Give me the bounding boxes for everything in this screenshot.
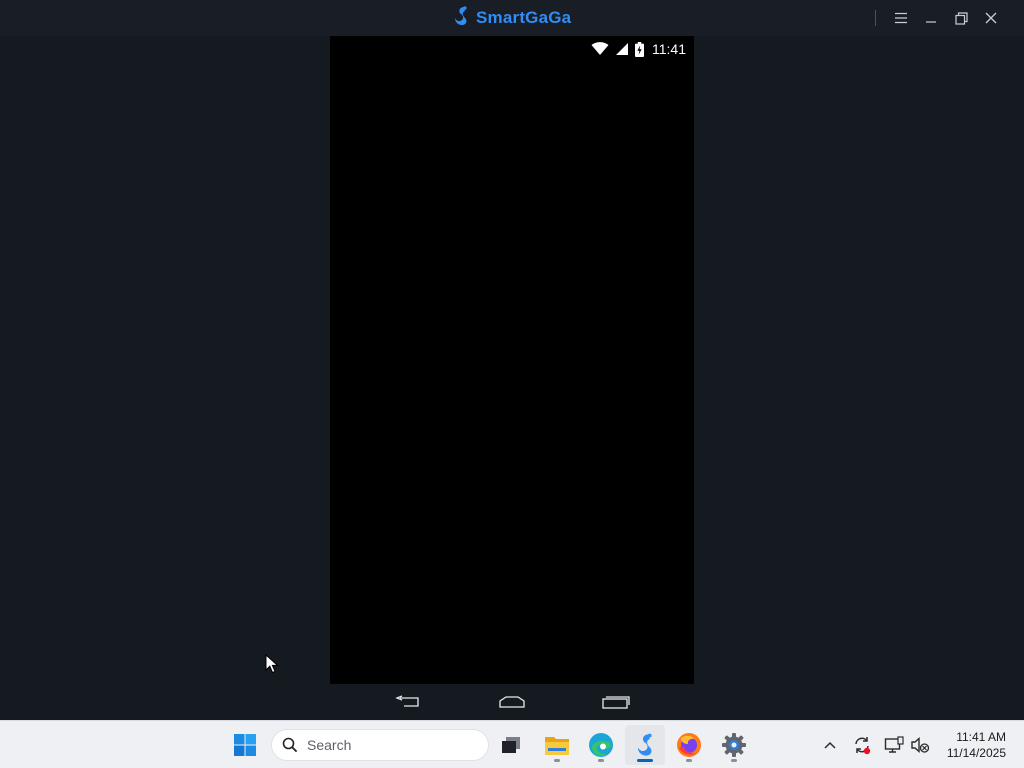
recents-icon (602, 696, 630, 709)
settings-icon (722, 733, 746, 757)
recents-button[interactable] (598, 692, 634, 712)
windows-taskbar: Search 11:41 AM 11/14/2025 (0, 720, 1024, 768)
task-view-button[interactable] (491, 725, 531, 765)
close-icon (985, 12, 997, 24)
taskbar-clock[interactable]: 11:41 AM 11/14/2025 (947, 729, 1006, 761)
running-indicator (686, 759, 692, 762)
status-bar-time: 11:41 (652, 41, 686, 57)
sync-status-button[interactable] (850, 733, 874, 757)
edge-button[interactable] (581, 725, 621, 765)
clock-date: 11/14/2025 (946, 746, 1006, 760)
restore-icon (954, 11, 968, 25)
home-button[interactable] (494, 692, 530, 712)
app-brand: SmartGaGa (452, 5, 572, 32)
volume-muted-icon (911, 736, 930, 754)
battery-charging-icon (635, 41, 644, 57)
search-placeholder: Search (307, 737, 352, 753)
display-icon (884, 736, 904, 753)
home-icon (499, 696, 525, 708)
taskbar-search[interactable]: Search (271, 729, 489, 761)
android-screen[interactable]: 11:41 (330, 36, 694, 684)
sync-icon (855, 737, 871, 755)
task-view-icon (502, 737, 520, 753)
window-titlebar[interactable]: SmartGaGa (0, 0, 1024, 36)
smartgaga-logo-icon (452, 5, 470, 32)
android-nav-bar (330, 684, 694, 720)
smartgaga-taskbar-button[interactable] (625, 725, 665, 765)
start-button[interactable] (225, 725, 265, 765)
minimize-icon (926, 21, 936, 23)
clock-time: 11:41 AM (956, 730, 1006, 744)
firefox-icon (677, 733, 701, 757)
android-status-bar: 11:41 (591, 40, 686, 58)
search-icon (282, 737, 298, 753)
back-button[interactable] (390, 692, 426, 712)
settings-button[interactable] (714, 725, 754, 765)
minimize-button[interactable] (916, 3, 946, 33)
cell-signal-icon (616, 43, 628, 55)
file-explorer-button[interactable] (537, 725, 577, 765)
running-indicator (598, 759, 604, 762)
close-button[interactable] (976, 3, 1006, 33)
active-indicator (637, 759, 653, 762)
smartgaga-icon (637, 733, 652, 756)
back-icon (395, 695, 419, 707)
edge-icon (589, 733, 613, 757)
chevron-up-icon (824, 741, 836, 749)
display-button[interactable] (882, 733, 906, 757)
mouse-pointer-icon (265, 654, 279, 674)
restore-button[interactable] (946, 3, 976, 33)
windows-start-icon (234, 734, 256, 756)
menu-icon (895, 12, 907, 24)
running-indicator (554, 759, 560, 762)
file-explorer-icon (545, 737, 569, 755)
window-controls (875, 0, 1006, 36)
running-indicator (731, 759, 737, 762)
volume-button[interactable] (908, 733, 932, 757)
firefox-button[interactable] (669, 725, 709, 765)
wifi-icon (591, 42, 609, 55)
controls-divider (875, 10, 876, 26)
menu-button[interactable] (886, 3, 916, 33)
app-title: SmartGaGa (476, 8, 572, 27)
show-hidden-icons-button[interactable] (818, 733, 842, 757)
